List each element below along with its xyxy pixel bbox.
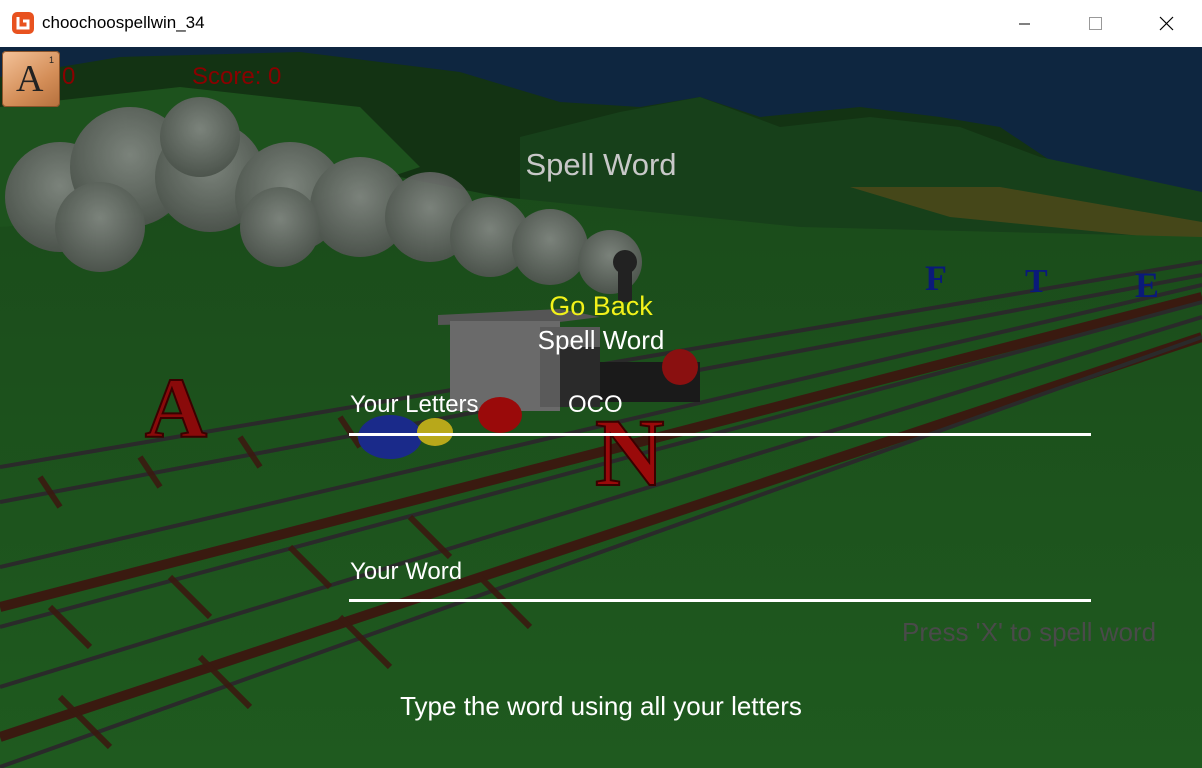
letter-tile-char: A <box>16 58 44 100</box>
close-button[interactable] <box>1130 0 1200 47</box>
your-word-label: Your Word <box>350 558 463 585</box>
app-window: choochoospellwin_34 A N F T E A 1 0 Scor… <box>0 0 1202 768</box>
app-logo-icon <box>12 12 34 34</box>
track-letter-a: A <box>145 360 207 456</box>
maximize-button[interactable] <box>1060 0 1130 47</box>
word-input-underline[interactable] <box>349 599 1091 602</box>
close-icon <box>1159 16 1174 31</box>
menu-title: Spell Word <box>525 147 677 182</box>
score-display: Score: 0 <box>192 63 282 90</box>
your-letters-value: OCO <box>568 391 623 418</box>
title-bar[interactable]: choochoospellwin_34 <box>0 0 1202 48</box>
letter-tile-points: 1 <box>49 55 55 65</box>
tile-count: 0 <box>62 63 76 90</box>
spell-word-menu-item[interactable]: Spell Word <box>0 325 1202 356</box>
letter-tile: A 1 <box>2 51 60 107</box>
letters-underline <box>349 433 1091 436</box>
go-back-menu-item[interactable]: Go Back <box>0 291 1202 322</box>
window-title: choochoospellwin_34 <box>42 13 205 32</box>
minimize-button[interactable] <box>990 0 1060 47</box>
maximize-icon <box>1089 17 1102 30</box>
your-letters-label: Your Letters <box>350 391 479 418</box>
game-viewport[interactable]: A N F T E A 1 0 Score: 0 Spell Word Go B… <box>0 47 1202 768</box>
instructions-text: Type the word using all your letters <box>400 691 802 721</box>
minimize-icon <box>1019 23 1030 25</box>
press-x-hint: Press 'X' to spell word <box>902 617 1157 647</box>
